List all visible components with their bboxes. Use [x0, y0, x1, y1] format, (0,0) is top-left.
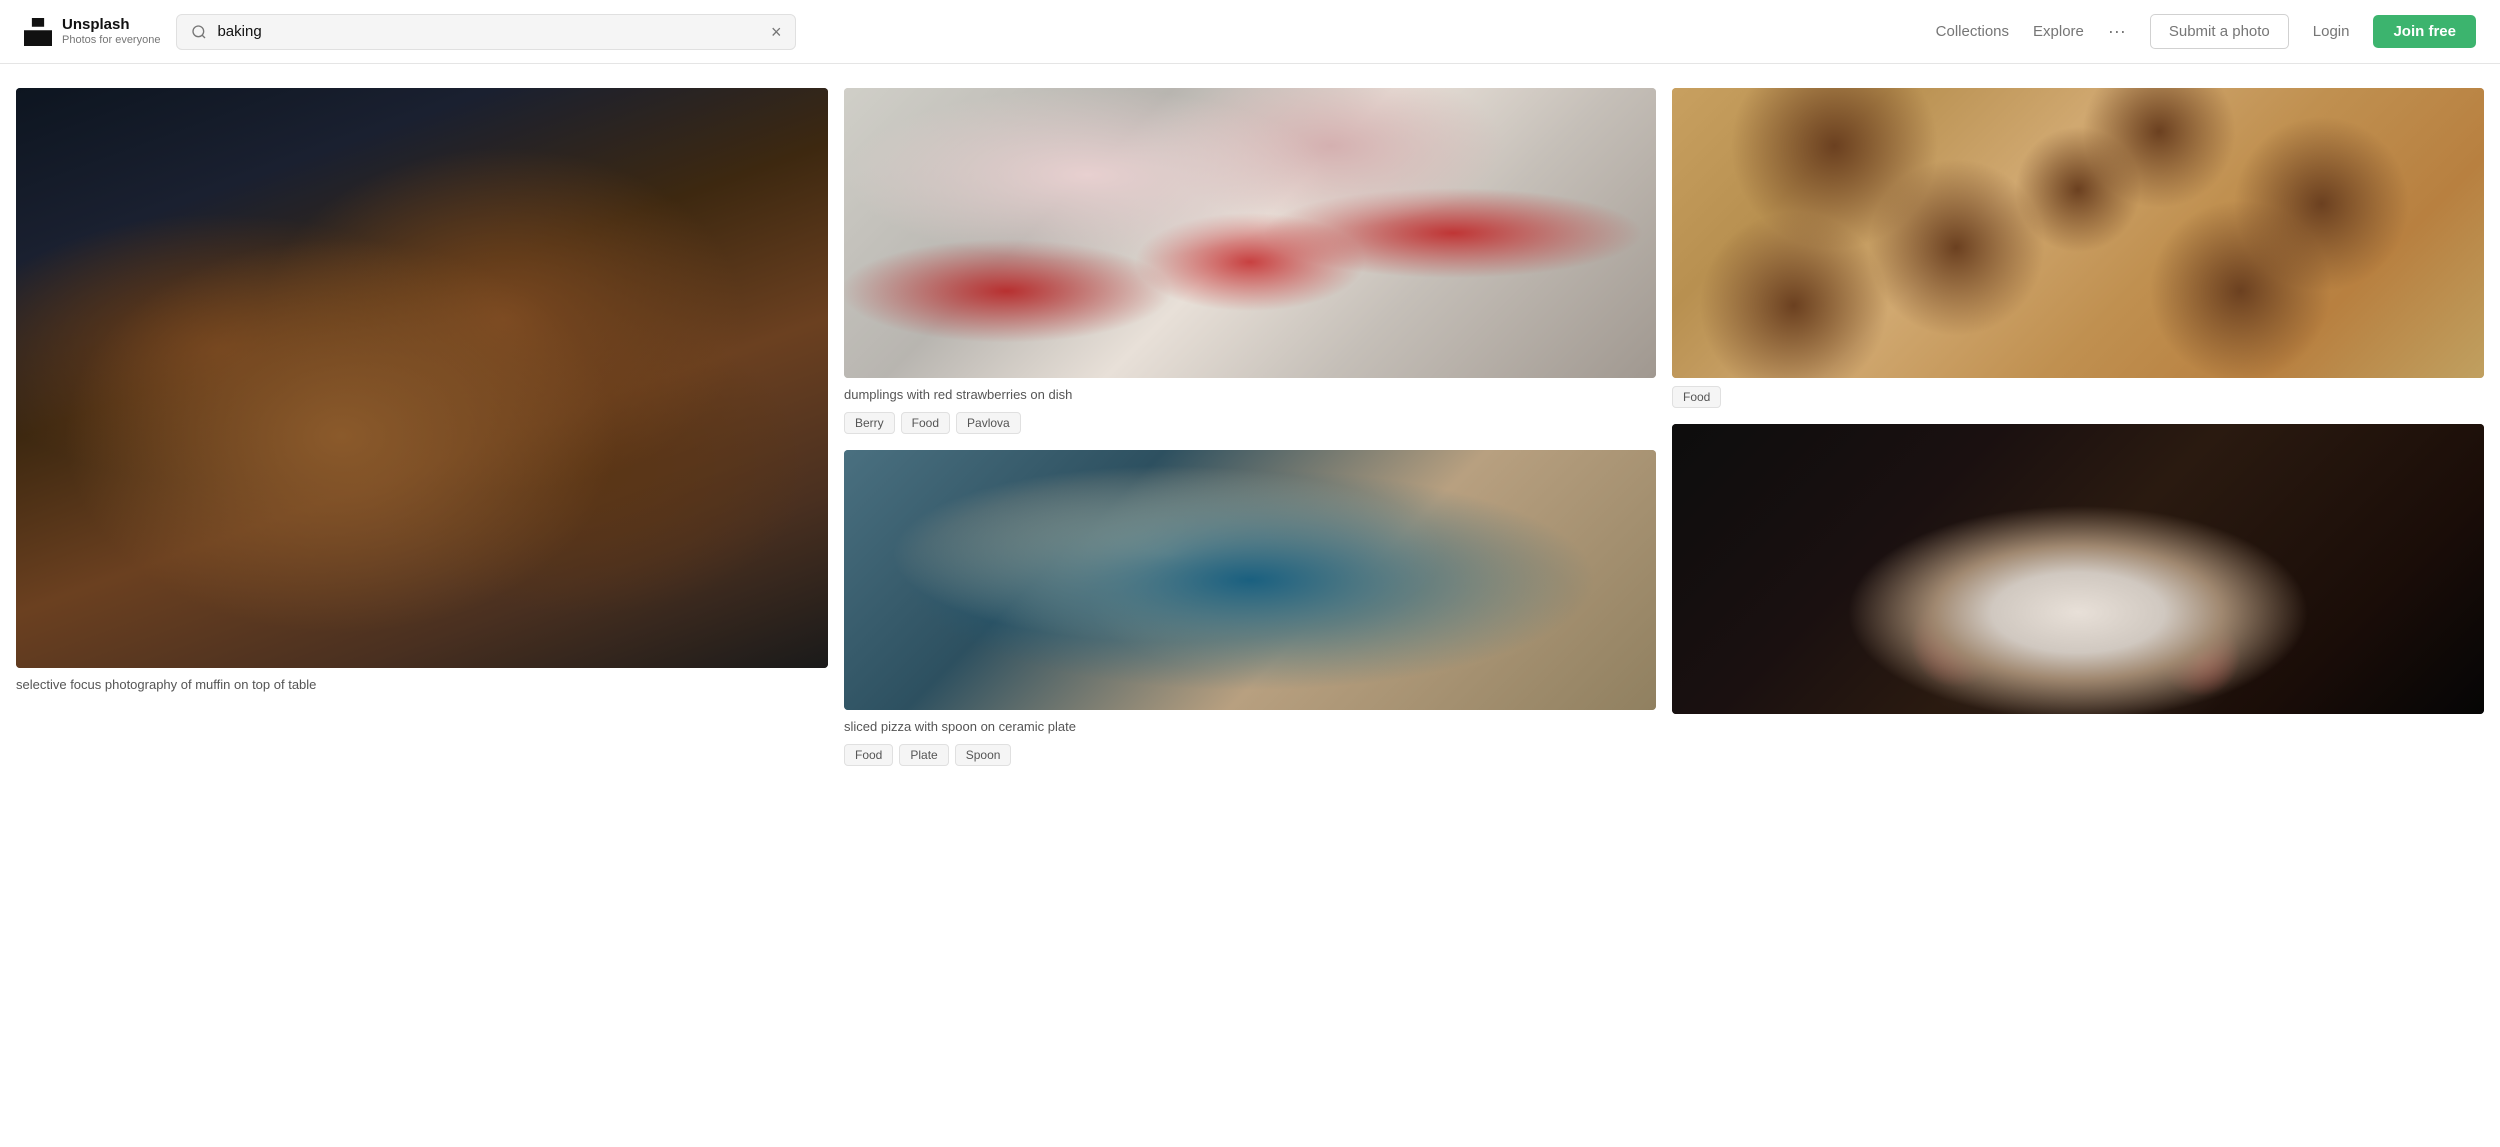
- tag-plate[interactable]: Plate: [899, 744, 948, 766]
- nav-links: Collections Explore ··· Submit a photo L…: [1936, 14, 2476, 49]
- tag-food-dumplings[interactable]: Food: [901, 412, 950, 434]
- photo-card-dumplings[interactable]: dumplings with red strawberries on dish …: [844, 88, 1656, 434]
- photo-tags-cookies: Food: [1672, 386, 2484, 408]
- logo-text: Unsplash Photos for everyone: [62, 16, 160, 47]
- tag-berry[interactable]: Berry: [844, 412, 895, 434]
- photo-image-muffin: [16, 88, 828, 668]
- tag-pavlova[interactable]: Pavlova: [956, 412, 1021, 434]
- photo-card-cake[interactable]: [1672, 424, 2484, 714]
- logo-name: Unsplash: [62, 16, 160, 34]
- tag-food-cookies[interactable]: Food: [1672, 386, 1721, 408]
- logo-tagline: Photos for everyone: [62, 34, 160, 47]
- photo-tags-pizza: Food Plate Spoon: [844, 744, 1656, 766]
- photo-image-cake: [1672, 424, 2484, 714]
- search-clear-button[interactable]: ×: [771, 23, 782, 41]
- nav-explore[interactable]: Explore: [2033, 23, 2084, 40]
- tag-food-pizza[interactable]: Food: [844, 744, 893, 766]
- nav-collections[interactable]: Collections: [1936, 23, 2009, 40]
- search-icon: [191, 24, 207, 40]
- submit-photo-button[interactable]: Submit a photo: [2150, 14, 2289, 49]
- tag-spoon[interactable]: Spoon: [955, 744, 1012, 766]
- photo-caption-muffin: selective focus photography of muffin on…: [16, 676, 828, 694]
- search-bar: ×: [176, 14, 796, 50]
- photo-card-cookies[interactable]: Food: [1672, 88, 2484, 408]
- photo-caption-pizza: sliced pizza with spoon on ceramic plate: [844, 718, 1656, 736]
- logo[interactable]: Unsplash Photos for everyone: [24, 16, 160, 47]
- photo-image-cookies: [1672, 88, 2484, 378]
- photo-caption-dumplings: dumplings with red strawberries on dish: [844, 386, 1656, 404]
- photo-tags-dumplings: Berry Food Pavlova: [844, 412, 1656, 434]
- photo-grid: selective focus photography of muffin on…: [0, 64, 2500, 766]
- photo-image-dumplings: [844, 88, 1656, 378]
- search-input[interactable]: [217, 23, 760, 40]
- photo-card-muffin[interactable]: selective focus photography of muffin on…: [16, 88, 828, 694]
- nav-more-button[interactable]: ···: [2108, 21, 2126, 42]
- photo-card-pizza[interactable]: sliced pizza with spoon on ceramic plate…: [844, 450, 1656, 766]
- unsplash-logo-icon: [24, 18, 52, 46]
- photo-image-pizza: [844, 450, 1656, 710]
- login-button[interactable]: Login: [2313, 23, 2350, 40]
- header: Unsplash Photos for everyone × Collectio…: [0, 0, 2500, 64]
- join-free-button[interactable]: Join free: [2373, 15, 2476, 48]
